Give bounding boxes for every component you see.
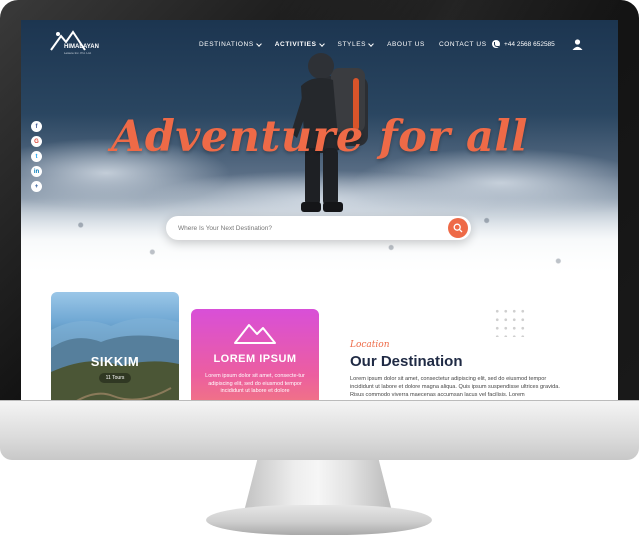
card-body-text: Lorem ipsum dolor sit amet, consecte-tur… — [205, 373, 305, 394]
share-icon[interactable]: + — [31, 181, 42, 192]
chevron-down-icon — [368, 40, 374, 47]
menu-item-label: DESTINATIONS — [199, 41, 254, 48]
menu-item-label: STYLES — [337, 41, 367, 48]
main-menu: DESTINATIONS ACTIVITIES STYLES ABOUT US … — [199, 40, 501, 48]
user-icon[interactable] — [572, 39, 583, 50]
menu-item-activities[interactable]: ACTIVITIES — [274, 40, 325, 48]
menu-item-label: CONTACT US — [438, 41, 487, 48]
mountain-landscape-image — [51, 317, 179, 400]
menu-item-label: ACTIVITIES — [274, 41, 317, 48]
monitor-chin — [0, 400, 639, 460]
search-input[interactable] — [178, 221, 428, 235]
linkedin-icon[interactable]: in — [31, 166, 42, 177]
chevron-down-icon — [255, 40, 262, 47]
menu-item-styles[interactable]: STYLES — [337, 40, 374, 48]
phone-number: +44 2568 652585 — [504, 40, 555, 48]
tours-count-badge: 11 Tours — [99, 373, 131, 383]
card-title: SIKKIM — [90, 354, 140, 369]
section-title: Our Destination — [350, 353, 463, 370]
card-title: LOREM IPSUM — [213, 353, 297, 365]
phone-icon — [492, 40, 500, 48]
destination-search-bar — [166, 216, 471, 240]
phone-link[interactable]: +44 2568 652585 — [492, 40, 555, 48]
decorative-dot-grid — [493, 307, 527, 337]
website-screen: HIMALAYAN Leisure Inc. Pvt. Ltd. DESTINA… — [21, 20, 618, 400]
monitor: HIMALAYAN Leisure Inc. Pvt. Ltd. DESTINA… — [0, 0, 639, 537]
mountain-icon — [234, 324, 276, 344]
monitor-stand-base — [206, 505, 432, 535]
search-button[interactable] — [448, 218, 468, 238]
section-script-label: Location — [350, 340, 390, 350]
brand-subtitle: Leisure Inc. Pvt. Ltd. — [64, 51, 92, 55]
menu-item-about-us[interactable]: ABOUT US — [387, 41, 425, 48]
hero-headline: Adventure for all — [111, 112, 528, 162]
menu-item-contact-us[interactable]: CONTACT US — [439, 41, 487, 48]
feature-card-lorem[interactable]: LOREM IPSUM Lorem ipsum dolor sit amet, … — [191, 309, 319, 400]
brand-name: HIMALAYAN — [64, 44, 99, 50]
top-navigation: HIMALAYAN Leisure Inc. Pvt. Ltd. DESTINA… — [21, 20, 618, 70]
search-icon — [453, 223, 463, 233]
chevron-down-icon — [318, 40, 325, 47]
menu-item-destinations[interactable]: DESTINATIONS — [199, 40, 262, 48]
destination-card-sikkim[interactable]: SIKKIM 11 Tours — [51, 292, 179, 400]
monitor-stand-neck — [244, 460, 392, 510]
section-body-text: Lorem ipsum dolor sit amet, consectetur … — [350, 376, 560, 398]
menu-item-label: ABOUT US — [387, 41, 425, 48]
